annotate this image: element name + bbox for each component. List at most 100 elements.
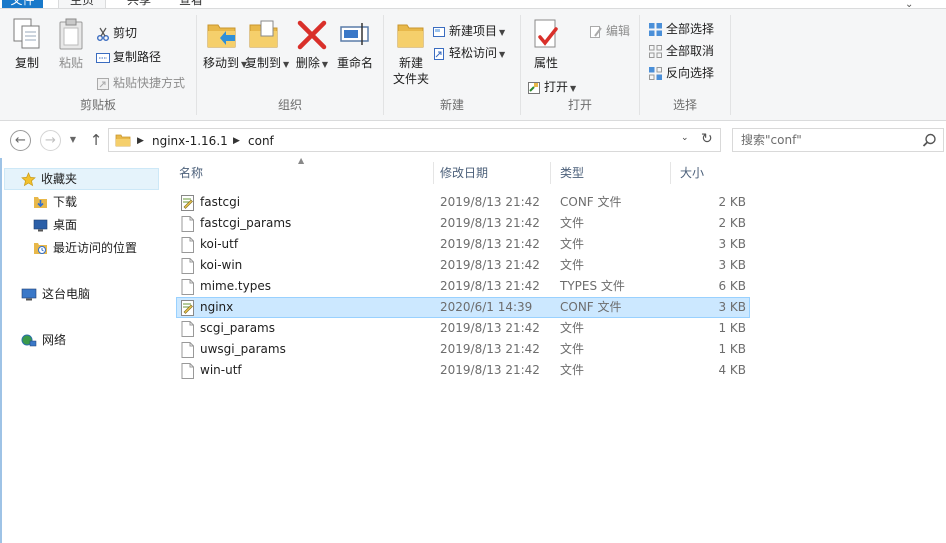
select-all-icon <box>649 23 662 36</box>
paste-shortcut-button[interactable]: 粘贴快捷方式 <box>96 73 185 93</box>
table-row[interactable]: koi-utf 2019/8/13 21:42 文件 3 KB <box>176 234 750 255</box>
file-date: 2019/8/13 21:42 <box>440 237 540 251</box>
forward-button[interactable]: → <box>40 130 61 151</box>
breadcrumb-conf[interactable]: conf <box>248 133 274 149</box>
table-row[interactable]: koi-win 2019/8/13 21:42 文件 3 KB <box>176 255 750 276</box>
table-row[interactable]: nginx 2020/6/1 14:39 CONF 文件 3 KB <box>176 297 750 318</box>
edit-icon <box>590 25 602 38</box>
group-label-open: 打开 <box>567 98 592 112</box>
nav-label-this-pc: 这台电脑 <box>42 287 91 301</box>
paste-button[interactable]: 粘贴 <box>54 17 88 71</box>
breadcrumb-separator-icon[interactable]: ▶ <box>233 133 240 149</box>
up-button[interactable]: ↑ <box>86 130 106 152</box>
desktop-icon <box>33 219 48 232</box>
column-header-date[interactable]: 修改日期 <box>431 162 551 184</box>
new-folder-icon <box>397 24 424 48</box>
nav-label-downloads: 下载 <box>53 195 78 209</box>
file-name: nginx <box>200 300 234 314</box>
easy-access-button[interactable]: 轻松访问 ▼ <box>432 43 505 63</box>
table-row[interactable]: scgi_params 2019/8/13 21:42 文件 1 KB <box>176 318 750 339</box>
select-none-icon <box>649 45 662 58</box>
nav-item-this-pc[interactable]: 这台电脑 <box>21 283 90 305</box>
search-box[interactable] <box>732 128 944 152</box>
nav-item-downloads[interactable]: 下载 <box>33 191 77 213</box>
scissors-icon <box>97 27 109 41</box>
file-icon <box>180 216 195 235</box>
file-date: 2019/8/13 21:42 <box>440 216 540 230</box>
open-icon <box>528 81 540 94</box>
table-row[interactable]: win-utf 2019/8/13 21:42 文件 4 KB <box>176 360 750 381</box>
column-header-name[interactable]: 名称 <box>170 162 434 184</box>
delete-button[interactable]: 删除 ▼ <box>295 17 329 73</box>
star-icon <box>21 172 36 187</box>
back-button[interactable]: ← <box>10 130 31 151</box>
address-bar[interactable]: ▶ nginx-1.16.1 ▶ conf ⌄ ↻ <box>108 128 721 152</box>
copy-path-button[interactable]: 复制路径 <box>96 47 161 67</box>
file-size: 4 KB <box>718 363 746 377</box>
nav-item-network[interactable]: 网络 <box>21 329 66 351</box>
file-date: 2019/8/13 21:42 <box>440 279 540 293</box>
file-type: 文件 <box>560 342 585 356</box>
nav-item-desktop[interactable]: 桌面 <box>33 214 77 236</box>
file-icon <box>180 258 195 277</box>
copy-to-button[interactable]: 复制到 ▼ <box>245 17 289 73</box>
file-type: CONF 文件 <box>560 300 622 314</box>
move-to-button[interactable]: 移动到 ▼ <box>203 17 247 73</box>
easy-access-icon <box>434 47 444 60</box>
file-date: 2019/8/13 21:42 <box>440 195 540 209</box>
column-header-type[interactable]: 类型 <box>551 162 671 184</box>
file-size: 3 KB <box>718 258 746 272</box>
select-all-button[interactable]: 全部选择 <box>648 19 714 39</box>
file-type: 文件 <box>560 258 585 272</box>
breadcrumb-separator-icon[interactable]: ▶ <box>137 133 144 149</box>
select-none-label: 全部取消 <box>666 44 715 58</box>
new-item-label: 新建项目 <box>449 24 498 38</box>
column-header-size[interactable]: 大小 <box>671 162 754 184</box>
file-name: win-utf <box>200 363 242 377</box>
copy-path-icon <box>96 52 110 63</box>
paste-icon <box>59 18 83 50</box>
recent-locations-dropdown[interactable]: ▼ <box>66 130 80 152</box>
edit-button[interactable]: 编辑 <box>589 21 630 41</box>
refresh-icon[interactable]: ↻ <box>701 131 713 147</box>
table-row[interactable]: fastcgi 2019/8/13 21:42 CONF 文件 2 KB <box>176 192 750 213</box>
file-icon <box>180 237 195 256</box>
delete-x-icon <box>297 20 327 50</box>
address-history-dropdown-icon[interactable]: ⌄ <box>681 133 689 143</box>
copy-to-icon <box>249 20 278 48</box>
open-button[interactable]: 打开 ▼ <box>527 77 576 97</box>
search-input[interactable] <box>733 129 913 151</box>
file-icon <box>180 363 195 382</box>
nav-label-recent: 最近访问的位置 <box>53 241 138 255</box>
easy-access-label: 轻松访问 <box>449 46 498 60</box>
nav-item-favorites[interactable]: 收藏夹 <box>4 168 159 190</box>
invert-selection-label: 反向选择 <box>666 66 715 80</box>
table-row[interactable]: fastcgi_params 2019/8/13 21:42 文件 2 KB <box>176 213 750 234</box>
table-row[interactable]: mime.types 2019/8/13 21:42 TYPES 文件 6 KB <box>176 276 750 297</box>
new-folder-button[interactable]: 新建 文件夹 <box>388 17 434 87</box>
conf-file-icon <box>180 300 195 319</box>
folder-icon <box>115 134 131 147</box>
invert-selection-button[interactable]: 反向选择 <box>648 63 714 83</box>
search-icon[interactable] <box>922 133 937 148</box>
group-new: 新建 文件夹 新建项目 ▼ 轻松访问 ▼ 新建 <box>384 11 520 115</box>
paste-shortcut-label: 粘贴快捷方式 <box>113 76 186 90</box>
group-clipboard: 复制 粘贴 剪切 复制路径 粘贴快捷方式 剪贴板 <box>0 11 196 115</box>
file-size: 6 KB <box>718 279 746 293</box>
new-folder-label-2: 文件夹 <box>392 72 429 86</box>
rename-button[interactable]: 重命名 <box>335 17 375 71</box>
cut-label: 剪切 <box>113 26 138 40</box>
cut-button[interactable]: 剪切 <box>96 23 137 43</box>
new-item-icon <box>433 26 445 37</box>
properties-button[interactable]: 属性 <box>529 17 563 71</box>
select-none-button[interactable]: 全部取消 <box>648 41 714 61</box>
window-left-border <box>0 158 2 543</box>
breadcrumb-nginx[interactable]: nginx-1.16.1 <box>152 133 228 149</box>
edit-label: 编辑 <box>606 24 631 38</box>
table-row[interactable]: uwsgi_params 2019/8/13 21:42 文件 1 KB <box>176 339 750 360</box>
new-item-button[interactable]: 新建项目 ▼ <box>432 21 505 41</box>
file-icon <box>180 342 195 361</box>
properties-label: 属性 <box>533 56 558 70</box>
copy-button[interactable]: 复制 <box>10 17 44 71</box>
nav-item-recent-places[interactable]: 最近访问的位置 <box>33 237 137 259</box>
